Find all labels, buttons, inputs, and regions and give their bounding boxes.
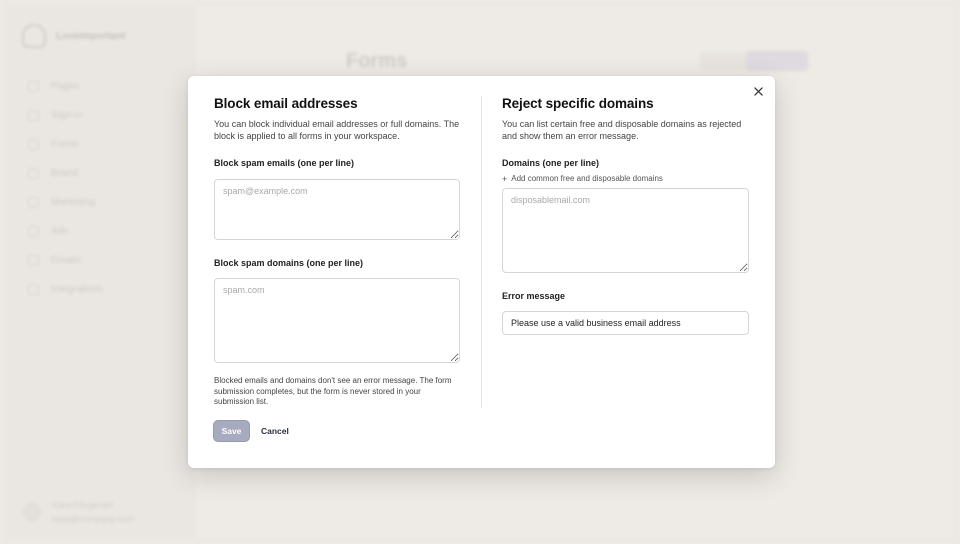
column-divider [481, 96, 482, 408]
add-common-domains-label: Add common free and disposable domains [511, 174, 663, 183]
cancel-button[interactable]: Cancel [261, 426, 289, 436]
error-message-label: Error message [502, 291, 566, 301]
block-emails-title: Block email addresses [214, 96, 358, 111]
reject-domains-label: Domains (one per line) [502, 158, 600, 168]
plus-icon: + [502, 173, 508, 184]
save-button[interactable]: Save [214, 421, 249, 441]
reject-domains-title: Reject specific domains [502, 96, 654, 111]
spam-domains-textarea[interactable] [214, 278, 460, 363]
spam-domains-label: Block spam domains (one per line) [214, 258, 364, 268]
spam-emails-label: Block spam emails (one per line) [214, 158, 355, 168]
error-message-input[interactable] [502, 311, 749, 335]
modal-actions: Save Cancel [214, 421, 289, 441]
spam-emails-textarea[interactable] [214, 179, 460, 240]
reject-domains-textarea[interactable] [502, 188, 749, 273]
add-common-domains-link[interactable]: + Add common free and disposable domains [502, 174, 749, 183]
blocked-note: Blocked emails and domains don't see an … [214, 376, 452, 406]
close-button[interactable] [751, 84, 765, 98]
reject-domains-description: You can list certain free and disposable… [502, 119, 742, 141]
close-icon [753, 86, 763, 96]
reject-domains-section: Reject specific domains You can list cer… [502, 95, 749, 335]
spam-settings-modal: Block email addresses You can block indi… [188, 76, 775, 468]
block-emails-description: You can block individual email addresses… [214, 119, 460, 141]
block-emails-section: Block email addresses You can block indi… [214, 95, 460, 408]
